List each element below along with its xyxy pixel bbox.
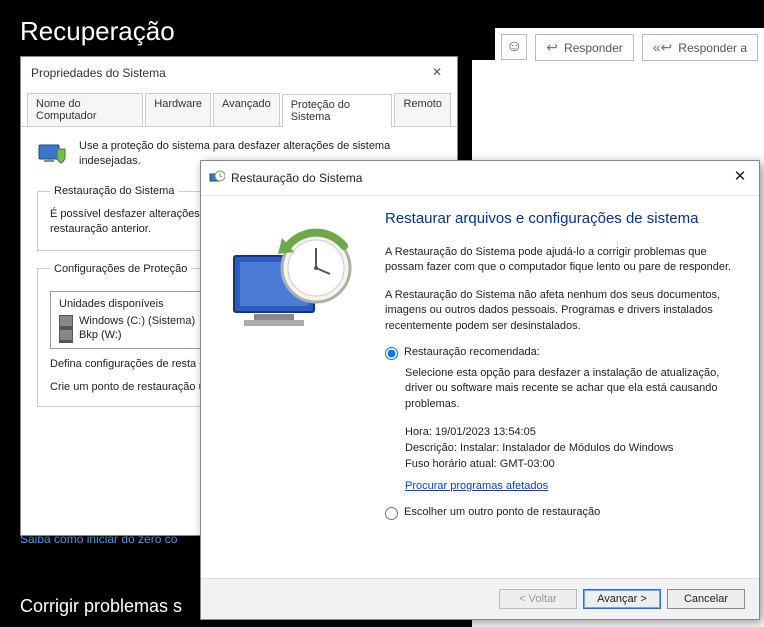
restore-paragraph-2: A Restauração do Sistema não afeta nenhu… — [385, 288, 741, 334]
drive-label: Windows (C:) (Sistema) — [79, 315, 195, 327]
back-button: < Voltar — [499, 589, 577, 609]
system-properties-title: Propriedades do Sistema — [31, 66, 166, 80]
reply-all-icon: «↩ — [653, 39, 673, 56]
system-restore-dialog: Restauração do Sistema ✕ Restaurar arqui… — [200, 160, 760, 620]
restore-group-legend: Restauração do Sistema — [50, 185, 178, 197]
drive-label: Bkp (W:) — [79, 329, 122, 341]
tab-system-protection[interactable]: Proteção do Sistema — [282, 94, 393, 127]
mail-action-bar: ☺ ↩ Responder «↩ Responder a — [495, 28, 764, 67]
shield-monitor-icon — [37, 139, 69, 171]
restore-paragraph-1: A Restauração do Sistema pode ajudá-lo a… — [385, 245, 741, 276]
restore-footer: < Voltar Avançar > Cancelar — [201, 578, 759, 619]
reply-all-label: Responder a — [678, 41, 747, 55]
recommended-restore-radio[interactable]: Restauração recomendada: — [385, 346, 741, 360]
cancel-button[interactable]: Cancelar — [667, 589, 745, 609]
choose-other-point-radio-input[interactable] — [385, 507, 398, 520]
next-button[interactable]: Avançar > — [583, 589, 661, 609]
drive-icon — [59, 315, 73, 327]
protection-group-legend: Configurações de Proteção — [50, 263, 191, 275]
tab-computer-name[interactable]: Nome do Computador — [27, 93, 143, 126]
drive-icon — [59, 329, 73, 341]
restore-title-icon — [209, 170, 225, 186]
recommended-restore-radio-input[interactable] — [385, 347, 398, 360]
choose-other-point-radio[interactable]: Escolher um outro ponto de restauração — [385, 506, 741, 520]
recommended-restore-label: Restauração recomendada: — [404, 346, 540, 358]
reply-all-button[interactable]: «↩ Responder a — [642, 34, 758, 61]
reply-button[interactable]: ↩ Responder — [535, 34, 633, 61]
tab-advanced[interactable]: Avançado — [213, 93, 280, 126]
restore-artwork — [219, 210, 369, 570]
reply-label: Responder — [564, 41, 623, 55]
choose-other-point-label: Escolher um outro ponto de restauração — [404, 506, 600, 518]
restore-description: Descrição: Instalar: Instalador de Módul… — [405, 442, 741, 454]
emoji-button[interactable]: ☺ — [501, 34, 527, 60]
system-restore-title: Restauração do Sistema — [231, 171, 362, 185]
affected-programs-link[interactable]: Procurar programas afetados — [405, 480, 548, 492]
close-icon[interactable]: ✕ — [729, 167, 751, 189]
reply-icon: ↩ — [546, 39, 558, 56]
close-icon[interactable]: ✕ — [427, 63, 447, 83]
tab-remote[interactable]: Remoto — [394, 93, 451, 126]
system-restore-titlebar: Restauração do Sistema ✕ — [201, 161, 759, 196]
restore-time: Hora: 19/01/2023 13:54:05 — [405, 426, 741, 438]
system-properties-titlebar: Propriedades do Sistema ✕ — [21, 57, 457, 89]
tab-bar: Nome do Computador Hardware Avançado Pro… — [21, 89, 457, 127]
restore-content: Restaurar arquivos e configurações de si… — [385, 210, 741, 570]
settings-fix-problems-heading: Corrigir problemas s — [20, 596, 182, 617]
restore-heading: Restaurar arquivos e configurações de si… — [385, 210, 741, 227]
tab-hardware[interactable]: Hardware — [145, 93, 211, 126]
recommended-restore-description: Selecione esta opção para desfazer a ins… — [405, 366, 741, 412]
restore-timezone: Fuso horário atual: GMT-03:00 — [405, 458, 741, 470]
